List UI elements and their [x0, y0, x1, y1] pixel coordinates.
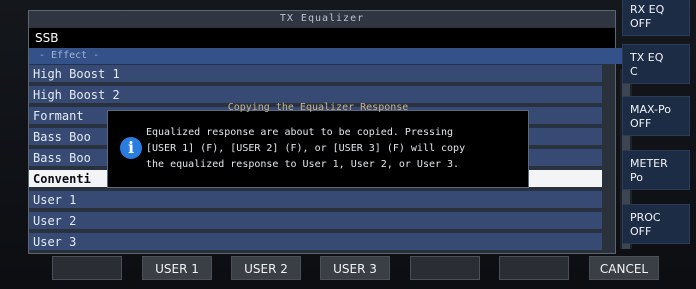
effect-item-high-boost-2[interactable]: High Boost 2 [29, 85, 602, 103]
effect-item-user-2[interactable]: User 2 [29, 211, 602, 229]
rx-eq-button[interactable]: RX EQ OFF [622, 0, 690, 36]
soft-key-1[interactable] [52, 256, 122, 280]
info-icon: i [120, 137, 142, 159]
copy-dialog: Copying the Equalizer Response i Equaliz… [107, 102, 529, 188]
effect-item-label: User 2 [33, 214, 77, 228]
user-3-button[interactable]: USER 3 [320, 256, 390, 280]
mode-label: SSB [29, 28, 615, 48]
max-po-button[interactable]: MAX-Po OFF [622, 96, 690, 136]
effect-item-label: Bass Boo [33, 130, 91, 144]
dialog-title: Copying the Equalizer Response [227, 102, 409, 113]
effect-item-label: High Boost 2 [33, 88, 120, 102]
tx-eq-button[interactable]: TX EQ C [622, 44, 690, 84]
effect-item-label: Bass Boo [33, 151, 91, 165]
effect-item-user-3[interactable]: User 3 [29, 232, 602, 250]
effect-item-label: User 3 [33, 235, 77, 249]
user-2-button[interactable]: USER 2 [231, 256, 301, 280]
effect-item-label: Conventi [33, 172, 91, 186]
panel-title: TX Equalizer [29, 11, 615, 27]
proc-button[interactable]: PROC OFF [622, 204, 690, 244]
dialog-message: Equalized response are about to be copie… [146, 127, 466, 170]
cancel-button[interactable]: CANCEL [589, 256, 659, 280]
effect-item-label: User 1 [33, 193, 77, 207]
effect-header: - Effect - [29, 48, 629, 64]
effect-item-user-1[interactable]: User 1 [29, 190, 602, 208]
soft-key-6[interactable] [499, 256, 569, 280]
bottom-soft-keys: USER 1 USER 2 USER 3 CANCEL [0, 256, 696, 280]
soft-key-5[interactable] [410, 256, 480, 280]
effect-item-label: High Boost 1 [33, 67, 120, 81]
right-function-keys: RX EQ OFF TX EQ C MAX-Po OFF METER Po PR… [622, 0, 696, 250]
meter-button[interactable]: METER Po [622, 150, 690, 190]
effect-item-high-boost-1[interactable]: High Boost 1 [29, 64, 602, 82]
effect-item-label: Formant [33, 109, 84, 123]
user-1-button[interactable]: USER 1 [142, 256, 212, 280]
